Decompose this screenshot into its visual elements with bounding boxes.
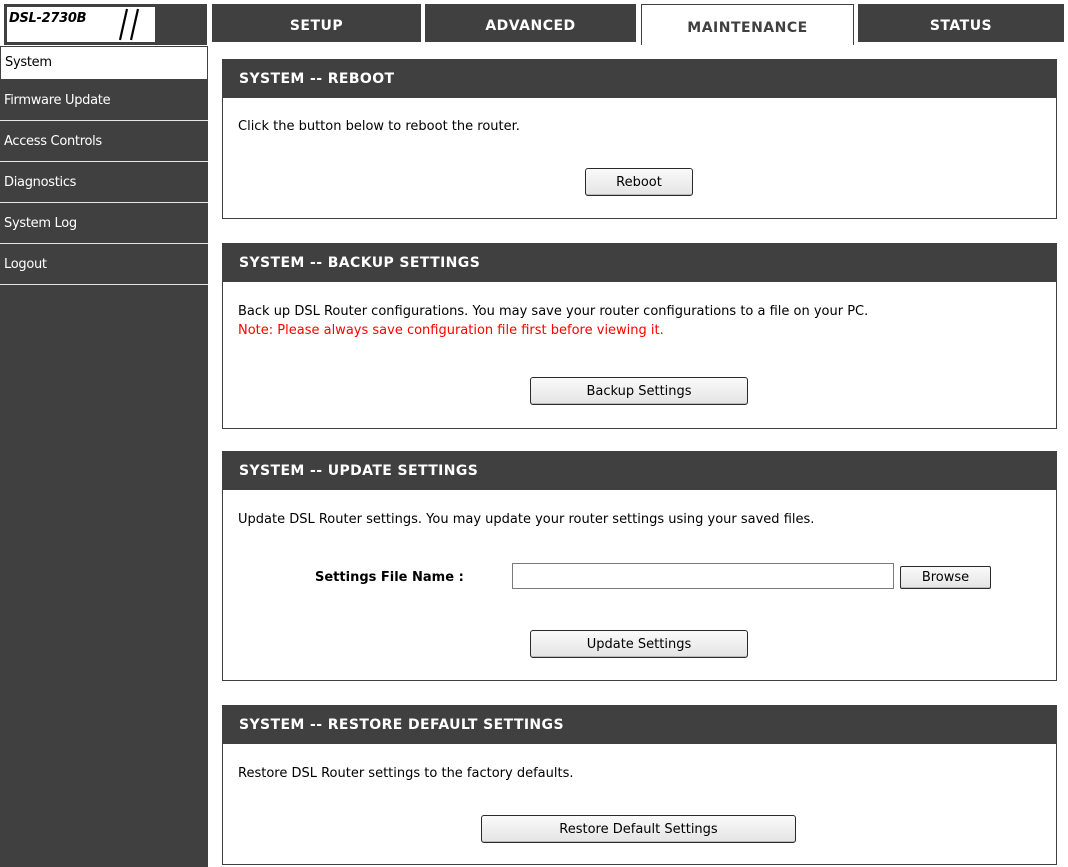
update-section: SYSTEM -- UPDATE SETTINGS Update DSL Rou…: [222, 451, 1057, 681]
tab-status[interactable]: STATUS: [858, 4, 1064, 42]
sidebar: System Firmware Update Access Controls D…: [0, 46, 208, 867]
router-admin-page: DSL-2730B SETUP ADVANCED MAINTENANCE STA…: [0, 0, 1068, 867]
reboot-button[interactable]: Reboot: [585, 168, 693, 196]
brand-logo: DSL-2730B: [4, 4, 207, 45]
restore-section: SYSTEM -- RESTORE DEFAULT SETTINGS Resto…: [222, 705, 1057, 865]
reboot-section: SYSTEM -- REBOOT Click the button below …: [222, 59, 1057, 219]
logo-box: DSL-2730B: [7, 7, 155, 42]
update-description: Update DSL Router settings. You may upda…: [238, 512, 815, 527]
update-settings-button[interactable]: Update Settings: [530, 630, 748, 658]
sidebar-item-firmware-update[interactable]: Firmware Update: [0, 80, 208, 121]
sidebar-item-logout[interactable]: Logout: [0, 244, 208, 285]
backup-settings-button[interactable]: Backup Settings: [530, 377, 748, 405]
sidebar-item-access-controls[interactable]: Access Controls: [0, 121, 208, 162]
sidebar-item-diagnostics[interactable]: Diagnostics: [0, 162, 208, 203]
tab-advanced[interactable]: ADVANCED: [425, 4, 636, 42]
settings-file-input[interactable]: [512, 563, 894, 589]
tab-setup[interactable]: SETUP: [212, 4, 421, 42]
sidebar-item-system-log[interactable]: System Log: [0, 203, 208, 244]
update-section-title: SYSTEM -- UPDATE SETTINGS: [223, 452, 1056, 490]
settings-file-name-label: Settings File Name :: [315, 570, 464, 585]
browse-button[interactable]: Browse: [900, 566, 991, 589]
backup-section: SYSTEM -- BACKUP SETTINGS Back up DSL Ro…: [222, 243, 1057, 429]
logo-slashes-icon: [118, 8, 140, 41]
reboot-section-title: SYSTEM -- REBOOT: [223, 60, 1056, 98]
sidebar-item-system[interactable]: System: [0, 46, 208, 80]
restore-section-title: SYSTEM -- RESTORE DEFAULT SETTINGS: [223, 706, 1056, 744]
tab-maintenance[interactable]: MAINTENANCE: [641, 4, 854, 45]
backup-note: Note: Please always save configuration f…: [238, 323, 664, 338]
backup-description: Back up DSL Router configurations. You m…: [238, 304, 869, 319]
restore-default-settings-button[interactable]: Restore Default Settings: [481, 815, 796, 843]
restore-description: Restore DSL Router settings to the facto…: [238, 766, 574, 781]
backup-section-title: SYSTEM -- BACKUP SETTINGS: [223, 244, 1056, 282]
reboot-description: Click the button below to reboot the rou…: [238, 119, 520, 134]
